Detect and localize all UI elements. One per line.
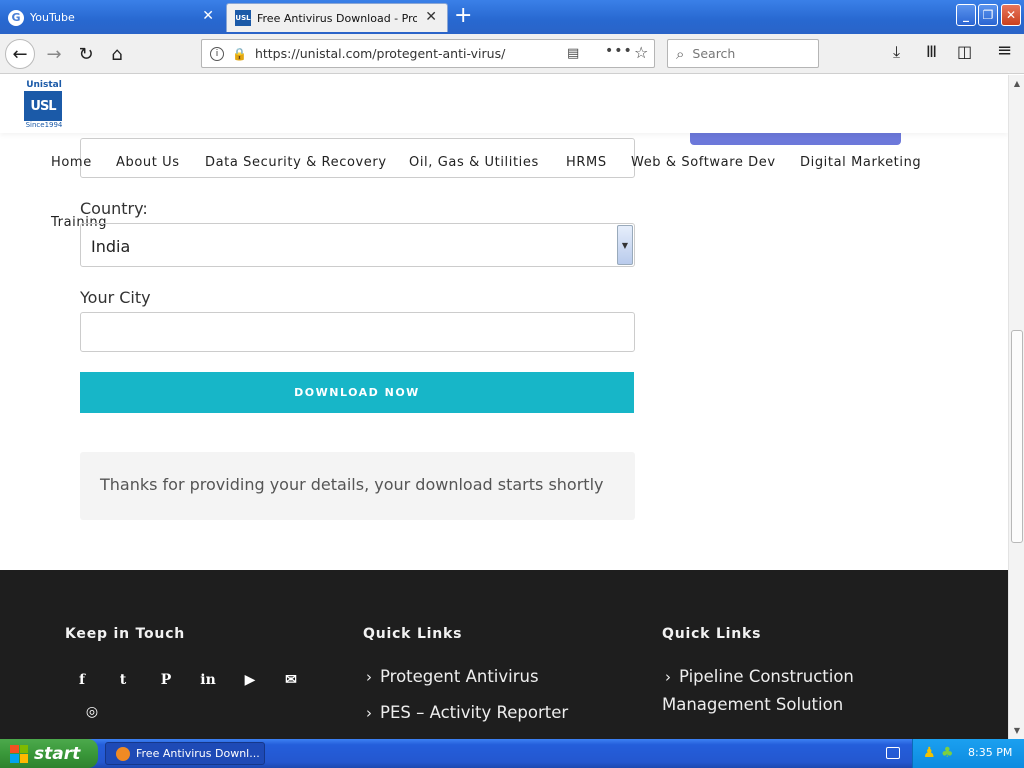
url-bar[interactable]: i 🔒 https://unistal.com/protegent-anti-v… xyxy=(201,39,655,68)
firefox-icon xyxy=(116,746,130,761)
bookmark-star-icon[interactable]: ☆ xyxy=(634,43,648,62)
download-now-button[interactable]: DOWNLOAD NOW xyxy=(80,372,634,413)
twitter-icon[interactable]: t xyxy=(113,670,133,690)
browser-tab-bar: G YouTube ✕ USL Free Antivirus Download … xyxy=(0,0,1024,34)
restore-icon[interactable]: ❐ xyxy=(978,4,998,26)
instagram-icon[interactable]: ◎ xyxy=(82,702,102,722)
windows-logo-icon xyxy=(10,744,28,763)
unistal-logo[interactable]: Unistal USL Since1994 xyxy=(24,80,64,130)
system-tray: ♟ ♣ 8:35 PM xyxy=(912,739,1024,768)
scroll-down-icon[interactable]: ▼ xyxy=(1010,723,1024,737)
search-placeholder: Search xyxy=(692,46,736,61)
email-icon[interactable]: ✉ xyxy=(281,670,301,690)
logo-top-text: Unistal xyxy=(26,80,62,90)
forward-icon[interactable]: → xyxy=(40,40,68,68)
menu-item-data-security[interactable]: Data Security & Recovery xyxy=(205,155,387,170)
downloads-icon[interactable]: ⤓ xyxy=(893,42,900,62)
tray-user-icon[interactable]: ♟ xyxy=(923,745,936,761)
chevron-down-icon[interactable]: ▼ xyxy=(617,225,633,265)
quick-links-heading-2: Quick Links xyxy=(662,626,762,642)
country-label: Country: xyxy=(80,199,148,218)
country-select[interactable]: India ▼ xyxy=(80,223,635,267)
close-icon[interactable]: ✕ xyxy=(425,10,437,24)
chevron-right-icon: › xyxy=(366,704,372,722)
lock-icon: 🔒 xyxy=(232,46,247,61)
clock: 8:35 PM xyxy=(968,746,1013,759)
tray-network-icon[interactable]: ♣ xyxy=(941,745,954,761)
tab-title: Free Antivirus Download - Protege xyxy=(257,11,417,25)
footer-link[interactable]: › Pipeline Construction xyxy=(665,667,854,686)
pinterest-icon[interactable]: P xyxy=(156,670,176,690)
google-icon: G xyxy=(8,9,24,26)
page-viewport: Unistal USL Since1994 Home About Us Data… xyxy=(0,75,1008,739)
menu-item-web-software[interactable]: Web & Software Dev xyxy=(631,155,776,170)
quick-links-heading-1: Quick Links xyxy=(363,626,463,642)
more-actions-icon[interactable]: ••• xyxy=(605,43,633,59)
close-icon[interactable]: ✕ xyxy=(202,9,214,23)
thanks-message: Thanks for providing your details, your … xyxy=(80,452,635,520)
youtube-icon[interactable]: ▶ xyxy=(240,670,260,690)
keep-in-touch-heading: Keep in Touch xyxy=(65,626,186,642)
tab-active[interactable]: USL Free Antivirus Download - Protege ✕ xyxy=(226,3,448,32)
minimize-icon[interactable]: _ xyxy=(956,4,976,26)
vertical-scrollbar[interactable]: ▲ ▼ xyxy=(1008,75,1024,739)
url-text[interactable]: https://unistal.com/protegent-anti-virus… xyxy=(255,46,505,61)
new-tab-icon[interactable]: + xyxy=(454,4,472,28)
footer-link[interactable]: › PES – Activity Reporter xyxy=(366,703,568,722)
menu-item-hrms[interactable]: HRMS xyxy=(566,155,607,170)
info-icon[interactable]: i xyxy=(210,46,224,61)
country-selected-value: India xyxy=(91,237,131,256)
back-icon[interactable]: ← xyxy=(5,39,35,69)
window-close-icon[interactable]: ✕ xyxy=(1001,4,1021,26)
footer-link-text: Protegent Antivirus xyxy=(380,667,539,686)
search-input[interactable]: ⌕ Search xyxy=(667,39,819,68)
search-icon: ⌕ xyxy=(676,44,685,63)
hamburger-menu-icon[interactable]: ≡ xyxy=(997,40,1012,61)
city-label: Your City xyxy=(80,288,151,307)
footer-link-continued[interactable]: Management Solution xyxy=(662,695,843,714)
tab-youtube[interactable]: G YouTube ✕ xyxy=(2,3,224,32)
footer-link-text: Pipeline Construction xyxy=(679,667,854,686)
home-icon[interactable]: ⌂ xyxy=(103,40,131,68)
start-label: start xyxy=(34,743,81,764)
chevron-right-icon: › xyxy=(366,668,372,686)
library-icon[interactable]: Ⅲ xyxy=(926,42,937,61)
site-footer: Keep in Touch Quick Links Quick Links f … xyxy=(0,570,1008,739)
taskbar-item-label: Free Antivirus Downl... xyxy=(136,747,260,760)
scroll-up-icon[interactable]: ▲ xyxy=(1010,76,1024,90)
windows-taskbar: start Free Antivirus Downl... ♟ ♣ 8:35 P… xyxy=(0,739,1024,768)
site-header: Unistal USL Since1994 xyxy=(0,75,1008,133)
reader-view-icon[interactable]: ▤ xyxy=(567,46,579,61)
unistal-favicon-icon: USL xyxy=(235,10,251,26)
sidebar-icon[interactable]: ◫ xyxy=(957,42,972,61)
menu-item-home[interactable]: Home xyxy=(51,155,92,170)
taskbar-item-firefox[interactable]: Free Antivirus Downl... xyxy=(105,742,265,765)
logo-since-text: Since1994 xyxy=(25,121,63,129)
menu-item-digital-marketing[interactable]: Digital Marketing xyxy=(800,155,921,170)
reload-icon[interactable]: ↻ xyxy=(72,40,100,68)
tab-title: YouTube xyxy=(30,11,75,24)
navigation-toolbar: ← → ↻ ⌂ i 🔒 https://unistal.com/protegen… xyxy=(0,34,1024,74)
logo-mark: USL xyxy=(24,91,62,121)
footer-link-text: PES – Activity Reporter xyxy=(380,703,569,722)
keyboard-icon[interactable] xyxy=(886,747,900,759)
start-button[interactable]: start xyxy=(0,739,98,768)
menu-item-oil-gas[interactable]: Oil, Gas & Utilities xyxy=(409,155,539,170)
footer-link[interactable]: › Protegent Antivirus xyxy=(366,667,539,686)
chevron-right-icon: › xyxy=(665,668,671,686)
sidebar-button-edge[interactable] xyxy=(690,133,901,145)
scrollbar-thumb[interactable] xyxy=(1011,330,1023,543)
menu-item-about-us[interactable]: About Us xyxy=(116,155,180,170)
linkedin-icon[interactable]: in xyxy=(198,670,218,690)
city-input[interactable] xyxy=(80,312,635,352)
facebook-icon[interactable]: f xyxy=(72,670,92,690)
